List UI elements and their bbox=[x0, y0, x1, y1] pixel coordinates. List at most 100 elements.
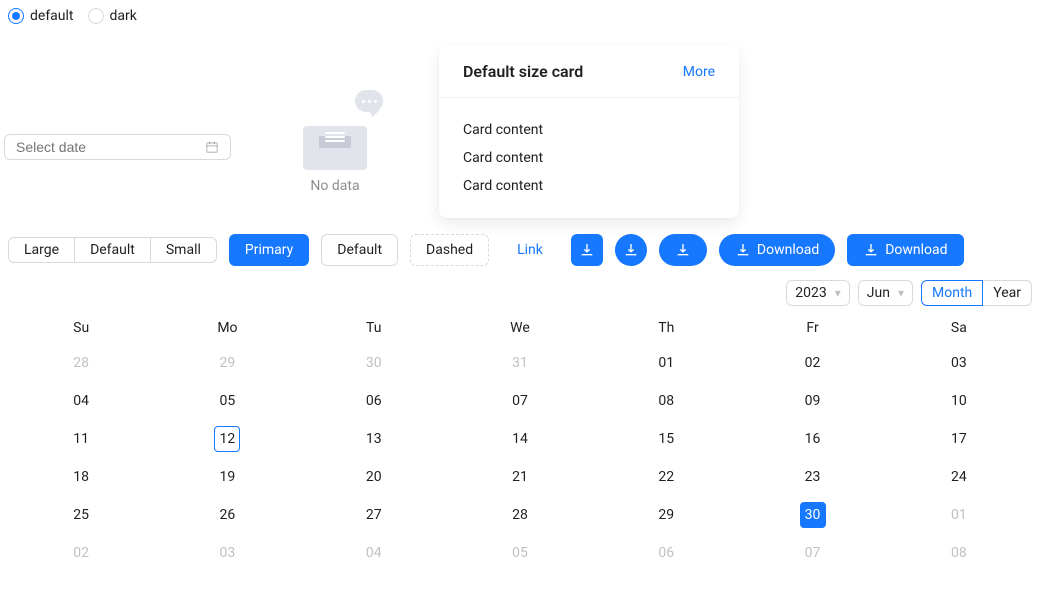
calendar-cell[interactable]: 08 bbox=[886, 534, 1032, 572]
weekday-header: Su bbox=[8, 312, 154, 344]
calendar-cell[interactable]: 13 bbox=[301, 420, 447, 458]
calendar-cell[interactable]: 30 bbox=[739, 496, 885, 534]
calendar-date: 11 bbox=[68, 426, 94, 452]
date-picker[interactable] bbox=[4, 134, 231, 160]
calendar-cell[interactable]: 29 bbox=[154, 344, 300, 382]
calendar-cell[interactable]: 01 bbox=[886, 496, 1032, 534]
download-button-round[interactable]: Download bbox=[719, 234, 835, 266]
calendar-cell[interactable]: 28 bbox=[8, 344, 154, 382]
calendar-cell[interactable]: 04 bbox=[301, 534, 447, 572]
primary-button[interactable]: Primary bbox=[229, 234, 309, 266]
calendar-date: 01 bbox=[946, 502, 972, 528]
card-title: Default size card bbox=[463, 62, 583, 81]
calendar-cell[interactable]: 04 bbox=[8, 382, 154, 420]
size-large-button[interactable]: Large bbox=[8, 237, 75, 263]
download-icon-button-circle[interactable] bbox=[615, 234, 647, 266]
calendar-date: 02 bbox=[68, 540, 94, 566]
calendar-cell[interactable]: 02 bbox=[8, 534, 154, 572]
calendar-cell[interactable]: 27 bbox=[301, 496, 447, 534]
theme-radio-dark[interactable]: dark bbox=[88, 8, 137, 24]
calendar-cell[interactable]: 16 bbox=[739, 420, 885, 458]
calendar-cell[interactable]: 14 bbox=[447, 420, 593, 458]
download-icon bbox=[623, 242, 639, 258]
calendar-cell[interactable]: 07 bbox=[447, 382, 593, 420]
empty-state: No data bbox=[245, 90, 425, 194]
size-default-button[interactable]: Default bbox=[75, 237, 151, 263]
calendar-date: 13 bbox=[361, 426, 387, 452]
calendar-cell[interactable]: 09 bbox=[739, 382, 885, 420]
dashed-button[interactable]: Dashed bbox=[410, 234, 489, 266]
mode-month-button[interactable]: Month bbox=[921, 280, 983, 306]
calendar-cell[interactable]: 11 bbox=[8, 420, 154, 458]
download-icon-button-square[interactable] bbox=[571, 234, 603, 266]
mode-year-button[interactable]: Year bbox=[983, 280, 1032, 306]
calendar-cell[interactable]: 05 bbox=[447, 534, 593, 572]
calendar-cell[interactable]: 24 bbox=[886, 458, 1032, 496]
calendar-cell[interactable]: 22 bbox=[593, 458, 739, 496]
theme-radio-default[interactable]: default bbox=[8, 8, 74, 24]
calendar-cell[interactable]: 21 bbox=[447, 458, 593, 496]
empty-text: No data bbox=[245, 178, 425, 194]
date-input[interactable] bbox=[16, 139, 197, 155]
calendar-date: 28 bbox=[68, 350, 94, 376]
calendar-date: 16 bbox=[800, 426, 826, 452]
radio-label: default bbox=[30, 9, 74, 23]
calendar-cell[interactable]: 01 bbox=[593, 344, 739, 382]
calendar-cell[interactable]: 30 bbox=[301, 344, 447, 382]
calendar-cell[interactable]: 26 bbox=[154, 496, 300, 534]
month-select-value: Jun bbox=[867, 285, 890, 301]
size-small-button[interactable]: Small bbox=[151, 237, 217, 263]
calendar-date: 23 bbox=[800, 464, 826, 490]
calendar-cell[interactable]: 20 bbox=[301, 458, 447, 496]
download-icon-button-round[interactable] bbox=[659, 234, 707, 266]
weekday-header: We bbox=[447, 312, 593, 344]
download-icon bbox=[675, 242, 691, 258]
calendar-date: 26 bbox=[214, 502, 240, 528]
calendar-cell[interactable]: 08 bbox=[593, 382, 739, 420]
calendar-cell[interactable]: 18 bbox=[8, 458, 154, 496]
calendar-date: 12 bbox=[214, 426, 240, 452]
calendar-cell[interactable]: 06 bbox=[301, 382, 447, 420]
calendar-date: 29 bbox=[214, 350, 240, 376]
calendar-cell[interactable]: 03 bbox=[886, 344, 1032, 382]
buttons-toolbar: Large Default Small Primary Default Dash… bbox=[0, 226, 1040, 274]
calendar-cell[interactable]: 12 bbox=[154, 420, 300, 458]
weekday-header: Sa bbox=[886, 312, 1032, 344]
calendar-date: 03 bbox=[946, 350, 972, 376]
calendar-date: 21 bbox=[507, 464, 533, 490]
calendar-cell[interactable]: 15 bbox=[593, 420, 739, 458]
calendar-date: 28 bbox=[507, 502, 533, 528]
calendar-cell[interactable]: 23 bbox=[739, 458, 885, 496]
calendar-cell[interactable]: 17 bbox=[886, 420, 1032, 458]
link-button[interactable]: Link bbox=[501, 234, 559, 266]
calendar-date: 06 bbox=[361, 388, 387, 414]
calendar-cell[interactable]: 05 bbox=[154, 382, 300, 420]
card-content-line: Card content bbox=[463, 122, 715, 138]
calendar-cell[interactable]: 06 bbox=[593, 534, 739, 572]
calendar-cell[interactable]: 28 bbox=[447, 496, 593, 534]
calendar-cell[interactable]: 29 bbox=[593, 496, 739, 534]
calendar-date: 22 bbox=[653, 464, 679, 490]
card-extra-link[interactable]: More bbox=[683, 64, 715, 80]
calendar-date: 24 bbox=[946, 464, 972, 490]
year-select[interactable]: 2023 ▾ bbox=[786, 280, 850, 306]
calendar-cell[interactable]: 25 bbox=[8, 496, 154, 534]
chevron-down-icon: ▾ bbox=[835, 286, 841, 300]
card-content-line: Card content bbox=[463, 178, 715, 194]
calendar-date: 20 bbox=[361, 464, 387, 490]
calendar-cell[interactable]: 07 bbox=[739, 534, 885, 572]
month-select[interactable]: Jun ▾ bbox=[858, 280, 913, 306]
calendar-cell[interactable]: 31 bbox=[447, 344, 593, 382]
calendar-cell[interactable]: 10 bbox=[886, 382, 1032, 420]
calendar-cell[interactable]: 02 bbox=[739, 344, 885, 382]
calendar-cell[interactable]: 19 bbox=[154, 458, 300, 496]
calendar-cell[interactable]: 03 bbox=[154, 534, 300, 572]
download-button[interactable]: Download bbox=[847, 234, 963, 266]
calendar-grid: SuMoTuWeThFrSa 2829303101020304050607080… bbox=[8, 312, 1032, 572]
weekday-header: Mo bbox=[154, 312, 300, 344]
size-button-group: Large Default Small bbox=[8, 237, 217, 263]
default-button[interactable]: Default bbox=[321, 234, 398, 266]
theme-radio-group: default dark bbox=[0, 0, 1040, 24]
radio-label: dark bbox=[110, 9, 137, 23]
calendar-date: 07 bbox=[507, 388, 533, 414]
